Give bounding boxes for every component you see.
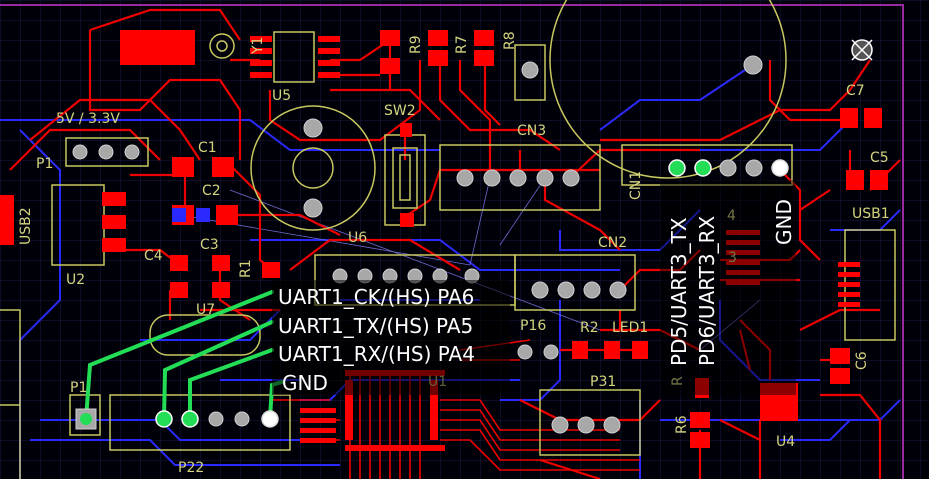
silk-r9: R9 (408, 35, 424, 54)
silk-r7: R7 (454, 35, 470, 54)
silk-p22: P22 (178, 460, 204, 476)
silk-c1: C1 (198, 140, 217, 156)
silk-u5: U5 (272, 88, 291, 104)
label-gnd-right: GND (772, 199, 796, 245)
pcb-canvas: 5V / 3.3V P1 USB2 U2 C1 C2 C3 C4 R1 U7 U… (0, 0, 929, 479)
silk-c2: C2 (202, 183, 221, 199)
silk-c6: C6 (854, 351, 870, 370)
silk-u7: U7 (196, 302, 215, 318)
label-uart1-ck: UART1_CK/(HS) PA6 (278, 285, 474, 309)
silk-usb1: USB1 (852, 206, 890, 222)
silk-sw2: SW2 (384, 103, 416, 119)
net-labels-left: UART1_CK/(HS) PA6 UART1_TX/(HS) PA5 UART… (272, 280, 510, 395)
label-gnd-left: GND (282, 371, 328, 395)
silk-p31: P31 (590, 374, 616, 390)
fiducial-marker (851, 39, 873, 61)
silk-usb2: USB2 (18, 207, 34, 245)
silk-c5: C5 (870, 150, 889, 166)
silk-cn3: CN3 (517, 123, 546, 139)
net-labels-right: PD5/UART3_TX PD6/UART3_RX GND (660, 180, 796, 395)
silk-r1: R1 (238, 259, 254, 278)
silk-r2: R2 (580, 320, 599, 336)
label-uart1-rx: UART1_RX/(HS) PA4 (278, 342, 475, 366)
silk-c7: C7 (846, 83, 865, 99)
silk-cn1: CN1 (628, 171, 644, 200)
silk-p1: P1 (36, 156, 53, 172)
silk-u6: U6 (348, 230, 367, 246)
silk-r6: R6 (674, 415, 690, 434)
silk-voltage: 5V / 3.3V (56, 111, 120, 127)
silk-r8: R8 (502, 31, 518, 50)
silk-led1: LED1 (612, 320, 648, 336)
label-pd5-uart3-tx: PD5/UART3_TX (667, 217, 691, 366)
silk-p16: P16 (520, 318, 546, 334)
silk-y1: Y1 (250, 37, 266, 55)
silk-u2: U2 (66, 272, 85, 288)
label-pd6-uart3-rx: PD6/UART3_RX (695, 215, 719, 366)
pcb-board-view: 5V / 3.3V P1 USB2 U2 C1 C2 C3 C4 R1 U7 U… (0, 0, 929, 479)
silk-cn2: CN2 (598, 235, 627, 251)
silk-pp1: P1 (70, 380, 87, 396)
silk-c4: C4 (144, 248, 163, 264)
silk-c3: C3 (200, 237, 219, 253)
silk-u4: U4 (776, 434, 795, 450)
label-uart1-tx: UART1_TX/(HS) PA5 (278, 314, 473, 338)
